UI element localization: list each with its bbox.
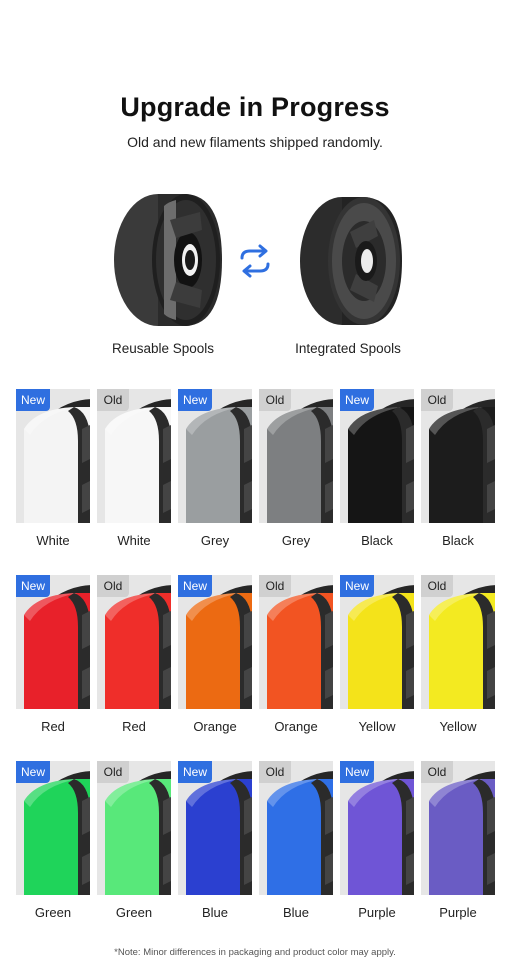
- status-badge: Old: [259, 389, 291, 411]
- swatch-card: Old: [421, 575, 495, 709]
- swatch-card: New: [178, 389, 252, 523]
- color-label: Purple: [439, 905, 477, 920]
- swatch-card: New: [340, 389, 414, 523]
- swatch-card: New: [340, 761, 414, 895]
- swatch-card: Old: [97, 389, 171, 523]
- color-label: Red: [41, 719, 65, 734]
- reusable-spool-image: [114, 194, 222, 326]
- page-subtitle: Old and new filaments shipped randomly.: [127, 134, 383, 150]
- color-label: Red: [122, 719, 146, 734]
- color-label: Green: [115, 905, 153, 920]
- color-label: Grey: [281, 533, 311, 548]
- swatch-row: New Red Old Red New Orange Old Orange New Yellow…: [16, 575, 496, 761]
- reusable-spools-label: Reusable Spools: [111, 341, 215, 356]
- status-badge: Old: [421, 575, 453, 597]
- status-badge: New: [178, 575, 213, 597]
- status-badge: Old: [259, 761, 291, 783]
- color-label: Blue: [201, 905, 229, 920]
- swatch-card: Old: [259, 761, 333, 895]
- color-label: Yellow: [439, 719, 477, 734]
- swatch-card: New: [16, 389, 90, 523]
- swatch-card: Old: [421, 761, 495, 895]
- status-badge: Old: [421, 389, 453, 411]
- status-badge: Old: [97, 761, 129, 783]
- status-badge: New: [16, 761, 51, 783]
- status-badge: New: [340, 389, 375, 411]
- status-badge: New: [340, 575, 375, 597]
- swatch-card: New: [178, 575, 252, 709]
- filament-swatch-grid: New White Old White New Grey Old Grey New Black O…: [16, 389, 496, 947]
- color-label: White: [36, 533, 70, 548]
- status-badge: Old: [259, 575, 291, 597]
- swatch-card: Old: [421, 389, 495, 523]
- status-badge: Old: [421, 761, 453, 783]
- swatch-card: New: [16, 761, 90, 895]
- color-label: Purple: [358, 905, 396, 920]
- swap-arrows-icon: [240, 244, 270, 278]
- status-badge: New: [178, 389, 213, 411]
- page-title: Upgrade in Progress: [120, 92, 390, 122]
- swatch-card: New: [178, 761, 252, 895]
- swatch-card: New: [16, 575, 90, 709]
- integrated-spools-label: Integrated Spools: [295, 341, 401, 356]
- status-badge: New: [16, 389, 51, 411]
- status-badge: New: [16, 575, 51, 597]
- status-badge: Old: [97, 575, 129, 597]
- color-label: Black: [442, 533, 474, 548]
- swatch-row: New Green Old Green New Blue Old Blue New Purple…: [16, 761, 496, 947]
- color-label: Green: [34, 905, 72, 920]
- color-label: Black: [361, 533, 393, 548]
- color-label: White: [117, 533, 151, 548]
- color-label: Orange: [193, 719, 237, 734]
- status-badge: New: [340, 761, 375, 783]
- footnote: *Note: Minor differences in packaging an…: [114, 947, 396, 958]
- swatch-card: Old: [97, 761, 171, 895]
- color-label: Grey: [200, 533, 230, 548]
- color-label: Blue: [282, 905, 310, 920]
- status-badge: Old: [97, 389, 129, 411]
- status-badge: New: [178, 761, 213, 783]
- color-label: Yellow: [358, 719, 396, 734]
- swatch-card: Old: [259, 575, 333, 709]
- integrated-spool-image: [300, 197, 402, 325]
- swatch-card: Old: [97, 575, 171, 709]
- swatch-card: New: [340, 575, 414, 709]
- color-label: Orange: [274, 719, 318, 734]
- swatch-row: New White Old White New Grey Old Grey New Black O…: [16, 389, 496, 575]
- swatch-card: Old: [259, 389, 333, 523]
